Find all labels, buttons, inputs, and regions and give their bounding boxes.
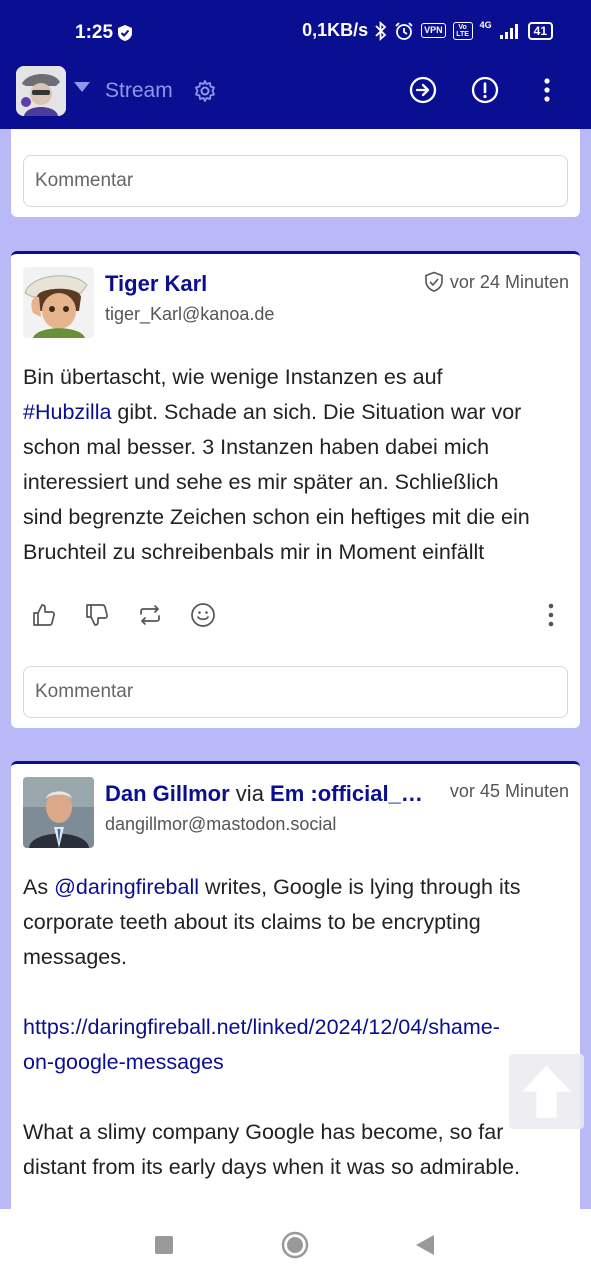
gear-icon[interactable] — [193, 79, 217, 103]
post-card-previous — [11, 129, 580, 217]
post-line: As @daringfireball writes, Google is lyi… — [23, 875, 521, 899]
via-name[interactable]: Em :official_ve… — [270, 781, 435, 806]
app-bar: Stream — [0, 62, 591, 129]
comment-field[interactable] — [23, 666, 568, 718]
avatar[interactable] — [23, 267, 94, 338]
bluetooth-icon — [375, 20, 387, 41]
post-actions — [31, 602, 216, 628]
mention-link[interactable]: @daringfireball — [54, 875, 199, 899]
thumbs-down-icon[interactable] — [84, 602, 110, 628]
post-link-line: https://daringfireball.net/linked/2024/1… — [23, 1010, 571, 1045]
author-avatar-image — [23, 777, 94, 848]
post-line: What a slimy company Google has become, … — [23, 1120, 504, 1144]
author-name[interactable]: Dan Gillmor — [105, 781, 230, 806]
network-type: 4G — [479, 19, 492, 30]
timestamp-text: vor 45 Minuten — [449, 781, 569, 801]
smiley-icon[interactable] — [190, 602, 216, 628]
signal-icon — [499, 23, 518, 39]
post-line: sind begrenzte Zeichen schon ein heftige… — [23, 505, 530, 529]
author-name[interactable]: Tiger Karl — [105, 271, 207, 297]
via-label: via — [229, 781, 271, 806]
page-title[interactable]: Stream — [105, 79, 173, 103]
timestamp-text: vor 24 Minuten — [449, 271, 569, 292]
post-card: Tiger Karl tiger_Karl@kanoa.de vor 24 Mi… — [11, 251, 580, 728]
post-body: As @daringfireball writes, Google is lyi… — [23, 870, 571, 1185]
shield-check-icon — [425, 271, 443, 292]
url-link[interactable]: https://daringfireball.net/linked/2024/1… — [23, 1015, 500, 1039]
clock: 1:25 — [75, 22, 114, 43]
avatar[interactable] — [23, 777, 94, 848]
avatar[interactable] — [16, 66, 66, 116]
post-body: Bin übertascht, wie wenige Instanzen es … — [23, 360, 571, 570]
user-avatar-image — [16, 66, 66, 116]
scroll-to-top-button[interactable] — [509, 1054, 584, 1129]
author-handle[interactable]: dangillmor@mastodon.social — [105, 814, 336, 835]
author-handle[interactable]: tiger_Karl@kanoa.de — [105, 304, 274, 325]
alert-circle-icon[interactable] — [471, 76, 499, 104]
post-card: Dan Gillmor via Em :official_ve… dangill… — [11, 761, 580, 1221]
home-icon[interactable] — [281, 1231, 309, 1259]
arrow-right-circle-icon[interactable] — [409, 76, 437, 104]
comment-field[interactable] — [23, 155, 568, 207]
thumbs-up-icon[interactable] — [31, 602, 57, 628]
post-line: interessiert und sehe es mir später an. … — [23, 470, 499, 494]
post-line: distant from its early days when it was … — [23, 1155, 521, 1179]
author-line: Dan Gillmor via Em :official_ve… — [105, 781, 435, 807]
recents-icon[interactable] — [154, 1235, 174, 1255]
status-indicators: 0,1KB/s VPN Vo LTE 4G 41 — [302, 20, 553, 41]
more-vert-icon[interactable] — [533, 76, 561, 104]
more-vert-icon[interactable] — [548, 603, 554, 627]
post-timestamp: vor 45 Minuten — [450, 781, 569, 802]
status-bar: 1:25 0,1KB/s VPN Vo LTE 4G 41 — [0, 0, 591, 62]
back-icon[interactable] — [414, 1233, 436, 1257]
vpn-badge: VPN — [421, 23, 446, 38]
post-line: #Hubzilla gibt. Schade an sich. Die Situ… — [23, 400, 522, 424]
url-link[interactable]: on-google-messages — [23, 1050, 224, 1074]
post-line: Bin übertascht, wie wenige Instanzen es … — [23, 365, 443, 389]
arrow-up-icon — [519, 1064, 574, 1119]
shield-icon — [118, 25, 132, 41]
volte-badge: Vo LTE — [452, 21, 473, 40]
post-timestamp: vor 24 Minuten — [424, 271, 569, 293]
repeat-icon[interactable] — [137, 602, 163, 628]
post-line: Bruchteil zu schreibenbals mir in Moment… — [23, 540, 485, 564]
comment-input[interactable] — [24, 156, 567, 206]
system-nav-bar — [0, 1209, 591, 1280]
net-speed: 0,1KB/s — [302, 20, 369, 40]
alarm-icon — [395, 21, 413, 40]
hashtag-link[interactable]: #Hubzilla — [23, 400, 111, 424]
post-line: corporate teeth about its claims to be e… — [23, 910, 481, 934]
author-avatar-image — [23, 267, 94, 338]
chevron-down-icon[interactable] — [74, 82, 90, 92]
post-link-line: on-google-messages — [23, 1045, 571, 1080]
battery-level: 41 — [527, 21, 553, 40]
post-line: schon mal besser. 3 Instanzen haben dabe… — [23, 435, 490, 459]
comment-input[interactable] — [24, 667, 567, 717]
post-line: messages. — [23, 945, 127, 969]
